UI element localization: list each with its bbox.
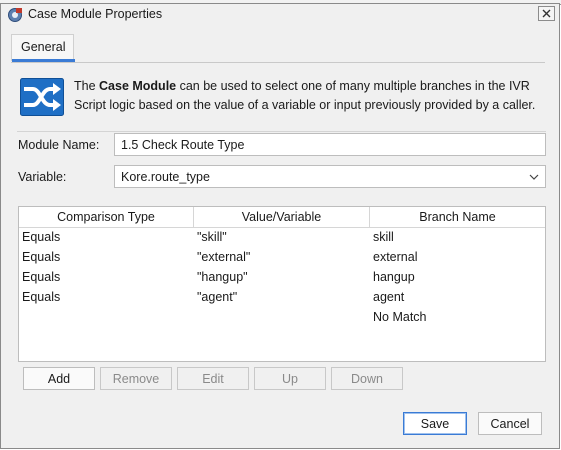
table-row[interactable]: Equals "hangup" hangup [19, 268, 545, 288]
save-button[interactable]: Save [403, 412, 467, 435]
description-module-name: Case Module [99, 79, 177, 93]
remove-button[interactable]: Remove [100, 367, 172, 390]
description-prefix: The [74, 79, 100, 93]
branch-name-cell: agent [373, 290, 405, 304]
shuffle-branch-icon [20, 78, 64, 116]
value-cell: "hangup" [197, 270, 248, 284]
variable-select[interactable]: Kore.route_type [114, 165, 546, 188]
app-icon [8, 8, 22, 22]
table-row[interactable]: Equals "agent" agent [19, 288, 545, 308]
table-header: Comparison Type Value/Variable Branch Na… [19, 207, 545, 228]
value-cell: "agent" [197, 290, 238, 304]
close-icon [542, 9, 551, 18]
branch-name-cell: external [373, 250, 418, 264]
comparison-type-cell: Equals [22, 230, 61, 244]
edit-button[interactable]: Edit [177, 367, 249, 390]
branch-name-cell: hangup [373, 270, 415, 284]
tab-bar: General [11, 34, 545, 63]
window-title: Case Module Properties [28, 7, 163, 21]
description-line1: can be used to select one of many multip… [176, 79, 530, 93]
tab-general-label: General [21, 40, 66, 54]
description-line2: Script logic based on the value of a var… [74, 98, 536, 112]
comparison-type-cell: Equals [22, 290, 61, 304]
table-row[interactable]: Equals "external" external [19, 248, 545, 268]
column-header-branch-name[interactable]: Branch Name [370, 207, 545, 227]
branch-name-cell: skill [373, 230, 394, 244]
comparison-type-cell: Equals [22, 270, 61, 284]
up-button[interactable]: Up [254, 367, 326, 390]
chevron-down-icon [529, 174, 539, 180]
divider [17, 131, 546, 132]
table-row-no-match[interactable]: No Match [19, 308, 545, 328]
column-header-value-variable[interactable]: Value/Variable [194, 207, 370, 227]
comparison-type-cell: Equals [22, 250, 61, 264]
case-branches-table: Comparison Type Value/Variable Branch Na… [18, 206, 546, 362]
tab-general[interactable]: General [11, 34, 75, 62]
variable-label: Variable: [18, 170, 67, 184]
table-row[interactable]: Equals "skill" skill [19, 228, 545, 248]
down-button[interactable]: Down [331, 367, 403, 390]
value-cell: "skill" [197, 230, 227, 244]
module-name-input[interactable] [114, 133, 546, 156]
cancel-button[interactable]: Cancel [478, 412, 542, 435]
value-cell: "external" [197, 250, 251, 264]
add-button[interactable]: Add [23, 367, 95, 390]
title-bar: Case Module Properties [1, 4, 559, 26]
column-header-comparison-type[interactable]: Comparison Type [19, 207, 194, 227]
dialog-window: Case Module Properties General The Case … [0, 3, 560, 449]
active-tab-indicator [12, 59, 75, 62]
variable-select-value: Kore.route_type [121, 170, 210, 184]
close-button[interactable] [538, 6, 555, 21]
module-description: The Case Module can be used to select on… [74, 77, 552, 115]
module-name-label: Module Name: [18, 138, 100, 152]
branch-name-cell: No Match [373, 310, 427, 324]
